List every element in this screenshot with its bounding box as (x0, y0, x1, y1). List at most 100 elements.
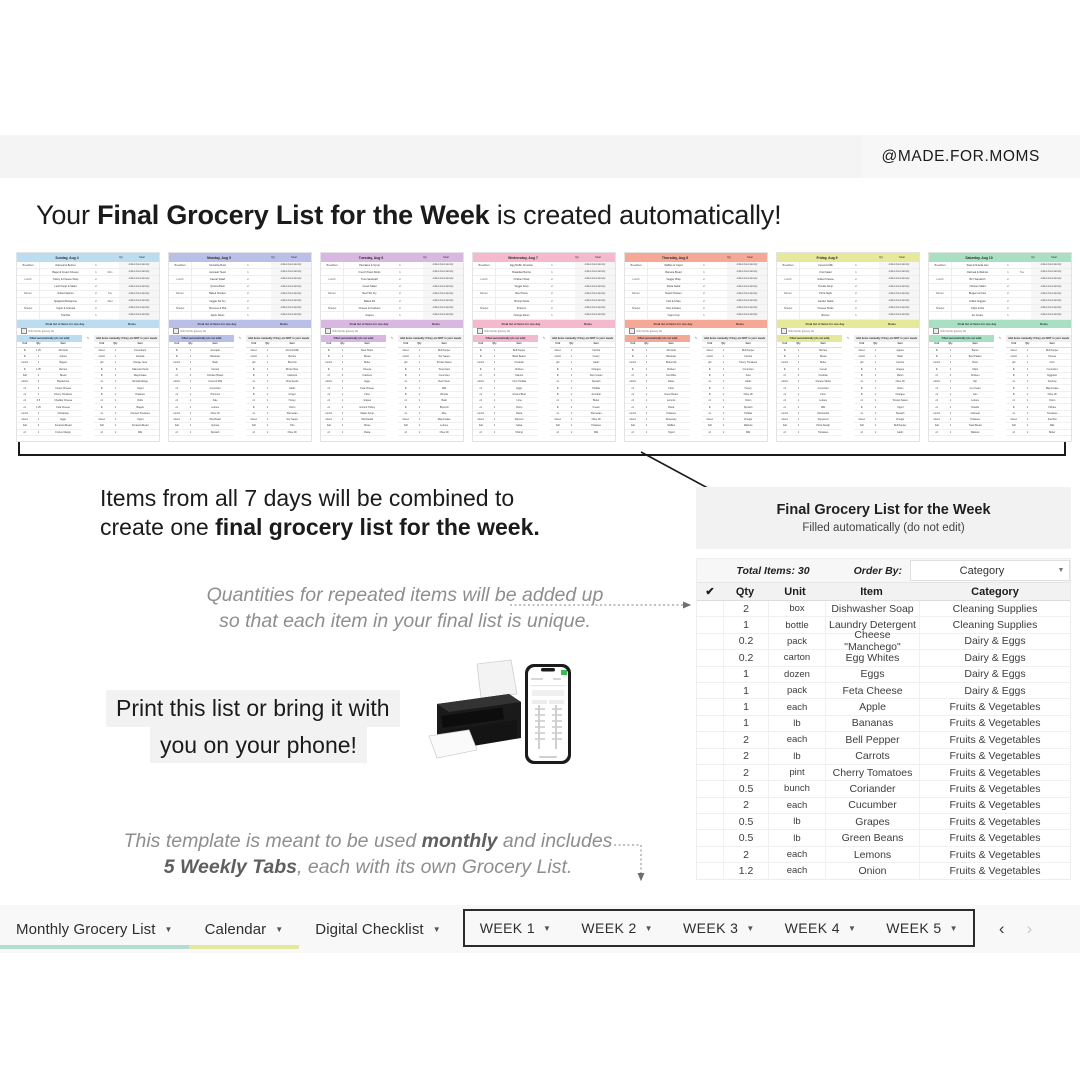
quantities-line2: so that each item in your final list is … (219, 609, 591, 632)
grocery-item: Pasta (516, 411, 523, 415)
row-checkbox[interactable] (697, 846, 724, 863)
grocery-item: Bread (59, 374, 67, 378)
checkbox-icon[interactable] (933, 328, 939, 334)
grocery-columns: Unit Qty Item lb 1 Beef Strips lb 1 Bread bunch 1 B… (321, 342, 463, 442)
table-row[interactable]: 2 box Dishwasher Soap Cleaning Supplies (697, 601, 1070, 618)
chevron-down-icon[interactable]: ▼ (543, 924, 551, 933)
meal-note: Added Automatically (575, 305, 615, 312)
print-checkbox-row[interactable]: Print list for grocery list (17, 327, 159, 335)
table-row[interactable]: 0.5 lb Grapes Fruits & Vegetables (697, 814, 1070, 831)
row-checkbox[interactable] (697, 814, 724, 830)
chevron-down-icon[interactable]: ▼ (950, 924, 958, 933)
meal-slot-label: Snacks (17, 305, 40, 312)
meal-name: Shrimp Pasta (513, 299, 529, 303)
meal-name: Pasta Salad (666, 285, 681, 289)
grocery-unit: lb (860, 386, 863, 390)
row-checkbox[interactable] (697, 633, 724, 650)
grocery-item: Blueberries (57, 380, 70, 384)
table-row[interactable]: 1.2 each Onion Fruits & Vegetables (697, 863, 1070, 879)
grocery-qty: 1 (114, 361, 117, 365)
table-row[interactable]: 1 lb Bananas Fruits & Vegetables (697, 715, 1070, 733)
tab-monthly-grocery-list[interactable]: Monthly Grocery List ▼ (0, 905, 189, 953)
print-checkbox-row[interactable]: Print list for grocery list (625, 327, 767, 335)
checkbox-icon[interactable] (477, 328, 483, 334)
grocery-qty: 1 (1026, 411, 1029, 415)
order-by-select[interactable]: Category ▼ (910, 560, 1070, 581)
row-checkbox[interactable] (697, 650, 724, 666)
tab-week-5[interactable]: WEEK 5 ▼ (871, 911, 973, 945)
grocery-unit: lb (175, 367, 178, 371)
chevron-down-icon[interactable]: ▼ (275, 925, 283, 934)
chevron-down-icon[interactable]: ▼ (746, 924, 754, 933)
day-card-footer: Final list of items for one day Notes (321, 319, 463, 328)
grocery-qty: 1 (493, 348, 496, 352)
row-checkbox[interactable] (697, 617, 724, 633)
row-checkbox[interactable] (697, 666, 724, 682)
row-checkbox[interactable] (697, 732, 724, 748)
chevron-down-icon[interactable]: ▼ (645, 924, 653, 933)
chevron-down-icon[interactable]: ▼ (165, 925, 173, 934)
grocery-unit: lb (175, 348, 178, 352)
next-tab-icon[interactable]: › (1027, 919, 1033, 939)
grocery-column-manual: Unit Qty Item dozen 1 Apples carton 1 Basil pkt 1 C… (854, 342, 919, 442)
row-checkbox[interactable] (697, 748, 724, 764)
row-checkbox[interactable] (697, 863, 724, 879)
grocery-unit: oz (479, 386, 483, 390)
tab-week-2[interactable]: WEEK 2 ▼ (566, 911, 668, 945)
grocery-qty: 1 (114, 430, 117, 434)
checkbox-icon[interactable] (173, 328, 179, 334)
tab-digital-checklist[interactable]: Digital Checklist ▼ (299, 905, 456, 953)
meal-name: Pancakes & Syrup (359, 263, 380, 267)
tab-week-1[interactable]: WEEK 1 ▼ (465, 911, 567, 945)
tab-week-3[interactable]: WEEK 3 ▼ (668, 911, 770, 945)
table-row[interactable]: 2 pint Cherry Tomatoes Fruits & Vegetables (697, 764, 1070, 782)
prev-tab-icon[interactable]: ‹ (999, 919, 1005, 939)
table-row[interactable]: 2 each Bell Pepper Fruits & Vegetables (697, 732, 1070, 749)
row-checkbox[interactable] (697, 715, 724, 732)
row-checkbox[interactable] (697, 781, 724, 797)
row-checkbox[interactable] (697, 682, 724, 699)
print-checkbox-row[interactable]: Print list for grocery list (777, 327, 919, 335)
row-checkbox[interactable] (697, 797, 724, 814)
row-checkbox[interactable] (697, 830, 724, 846)
grocery-unit: oz (479, 392, 483, 396)
chevron-down-icon[interactable]: ▼ (433, 925, 441, 934)
table-row[interactable]: 2 each Lemons Fruits & Vegetables (697, 846, 1070, 864)
print-checkbox-row[interactable]: Print list for grocery list (169, 327, 311, 335)
table-row[interactable]: 0.5 bunch Coriander Fruits & Vegetables (697, 781, 1070, 798)
grocery-qty: 1 (189, 430, 192, 434)
checkbox-icon[interactable] (21, 328, 27, 334)
table-row[interactable]: 1 dozen Eggs Dairy & Eggs (697, 666, 1070, 683)
checkbox-icon[interactable] (325, 328, 331, 334)
meal-qty: 2 (95, 277, 97, 281)
row-checkbox[interactable] (697, 764, 724, 781)
tab-week-4[interactable]: WEEK 4 ▼ (770, 911, 872, 945)
grocery-qty: 1 (493, 367, 496, 371)
grocery-unit: oz (1012, 411, 1016, 415)
chevron-down-icon[interactable]: ▼ (848, 924, 856, 933)
meal-row: Dinner Grilled Salmon 2 Tue Added Automatica… (17, 290, 159, 298)
meal-row: Breakfast Waffles & Yogurt 1 Added Automati… (625, 262, 767, 270)
grocery-item: Parmesan (590, 411, 602, 415)
print-checkbox-row[interactable]: Print list for grocery list (929, 327, 1071, 335)
grocery-unit: bunch (325, 361, 333, 365)
table-row[interactable]: 2 lb Carrots Fruits & Vegetables (697, 748, 1070, 765)
meal-slot-label (473, 312, 496, 319)
grocery-unit: lb (860, 374, 863, 378)
checkbox-icon[interactable] (629, 328, 635, 334)
checkbox-icon[interactable] (781, 328, 787, 334)
tab-calendar[interactable]: Calendar ▼ (188, 905, 300, 953)
table-row[interactable]: 2 each Cucumber Fruits & Vegetables (697, 797, 1070, 815)
meal-qty: 2 (95, 292, 97, 296)
table-row[interactable]: 1 each Apple Fruits & Vegetables (697, 699, 1070, 716)
grocery-item: Milk (442, 386, 447, 390)
grocery-qty: 1 (341, 418, 344, 422)
table-row[interactable]: 0.2 pack Cheese "Manchego" Dairy & Eggs (697, 629, 1070, 653)
table-row[interactable]: 0.5 lb Green Beans Fruits & Vegetables (697, 830, 1070, 847)
row-checkbox[interactable] (697, 601, 724, 617)
table-row[interactable]: 1 pack Feta Cheese Dairy & Eggs (697, 682, 1070, 700)
row-checkbox[interactable] (697, 699, 724, 715)
print-checkbox-row[interactable]: Print list for grocery list (321, 327, 463, 335)
print-checkbox-row[interactable]: Print list for grocery list (473, 327, 615, 335)
table-row[interactable]: 0.2 carton Egg Whites Dairy & Eggs (697, 650, 1070, 667)
